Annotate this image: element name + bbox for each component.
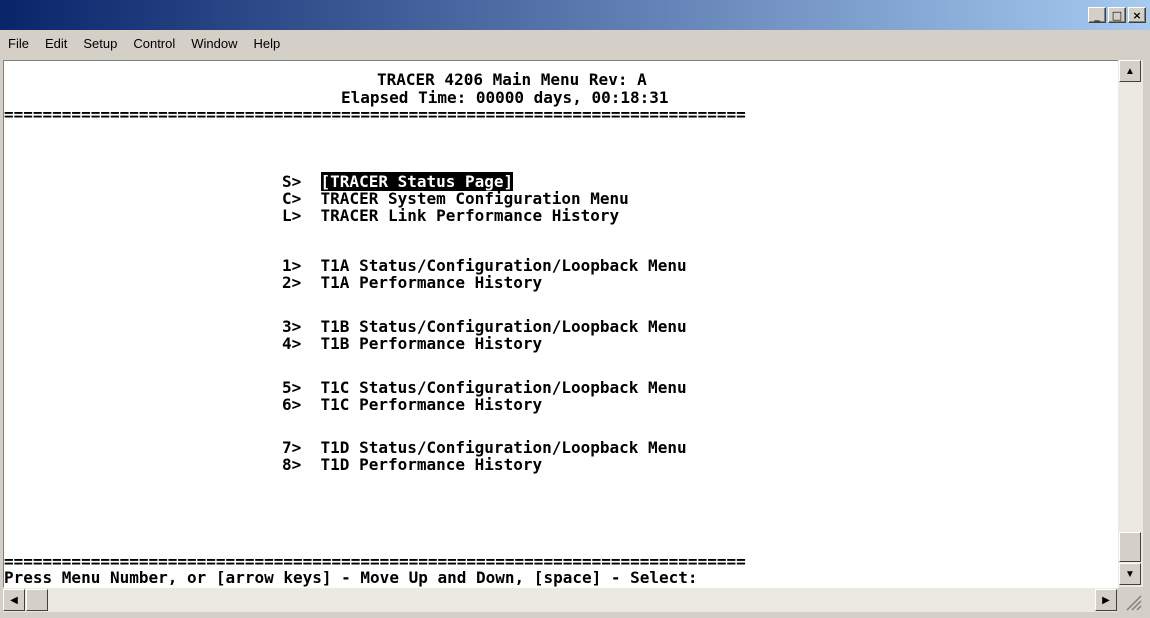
scroll-up-button[interactable]: ▲ (1119, 60, 1141, 82)
menu-item-2[interactable]: 2> T1A Performance History (282, 274, 542, 291)
title-bar: _ □ × (0, 0, 1150, 30)
menu-item-3[interactable]: 3> T1B Status/Configuration/Loopback Men… (282, 318, 687, 335)
menu-item-8[interactable]: 8> T1D Performance History (282, 456, 542, 473)
arrow-down-icon: ▼ (1125, 568, 1135, 580)
menu-item-4[interactable]: 4> T1B Performance History (282, 335, 542, 352)
scroll-left-button[interactable]: ◀ (3, 589, 25, 611)
separator-top: ========================================… (4, 105, 746, 124)
resize-grip-icon[interactable] (1121, 590, 1143, 612)
menu-setup[interactable]: Setup (75, 36, 125, 51)
menu-bar: File Edit Setup Control Window Help (0, 30, 1150, 56)
minimize-button[interactable]: _ (1088, 7, 1106, 23)
arrow-left-icon: ◀ (10, 594, 18, 606)
arrow-right-icon: ▶ (1102, 594, 1110, 606)
command-prompt: Press Menu Number, or [arrow keys] - Mov… (4, 568, 698, 587)
menu-edit[interactable]: Edit (37, 36, 75, 51)
menu-file[interactable]: File (0, 36, 37, 51)
menu-control[interactable]: Control (125, 36, 183, 51)
maximize-button[interactable]: □ (1108, 7, 1126, 23)
scroll-down-button[interactable]: ▼ (1119, 563, 1141, 585)
menu-item-7[interactable]: 7> T1D Status/Configuration/Loopback Men… (282, 439, 687, 456)
scroll-right-button[interactable]: ▶ (1095, 589, 1117, 611)
elapsed-time: Elapsed Time: 00000 days, 00:18:31 (341, 88, 669, 107)
terminal-screen[interactable]: TRACER 4206 Main Menu Rev: A Elapsed Tim… (3, 60, 1119, 588)
horizontal-scrollbar[interactable]: ◀ ▶ (3, 588, 1117, 612)
menu-item-6[interactable]: 6> T1C Performance History (282, 396, 542, 413)
vertical-scrollbar[interactable]: ▲ ▼ (1118, 60, 1143, 587)
close-button[interactable]: × (1128, 7, 1146, 23)
menu-item-c[interactable]: C> TRACER System Configuration Menu (282, 190, 629, 207)
menu-help[interactable]: Help (246, 36, 289, 51)
vertical-scroll-thumb[interactable] (1119, 532, 1141, 562)
menu-window[interactable]: Window (183, 36, 245, 51)
menu-item-s[interactable]: S> [TRACER Status Page] (282, 172, 514, 191)
menu-item-l[interactable]: L> TRACER Link Performance History (282, 207, 619, 224)
arrow-up-icon: ▲ (1125, 65, 1135, 77)
menu-title: TRACER 4206 Main Menu Rev: A (377, 70, 647, 89)
horizontal-scroll-thumb[interactable] (26, 589, 48, 611)
menu-item-5[interactable]: 5> T1C Status/Configuration/Loopback Men… (282, 379, 687, 396)
menu-item-1[interactable]: 1> T1A Status/Configuration/Loopback Men… (282, 257, 687, 274)
